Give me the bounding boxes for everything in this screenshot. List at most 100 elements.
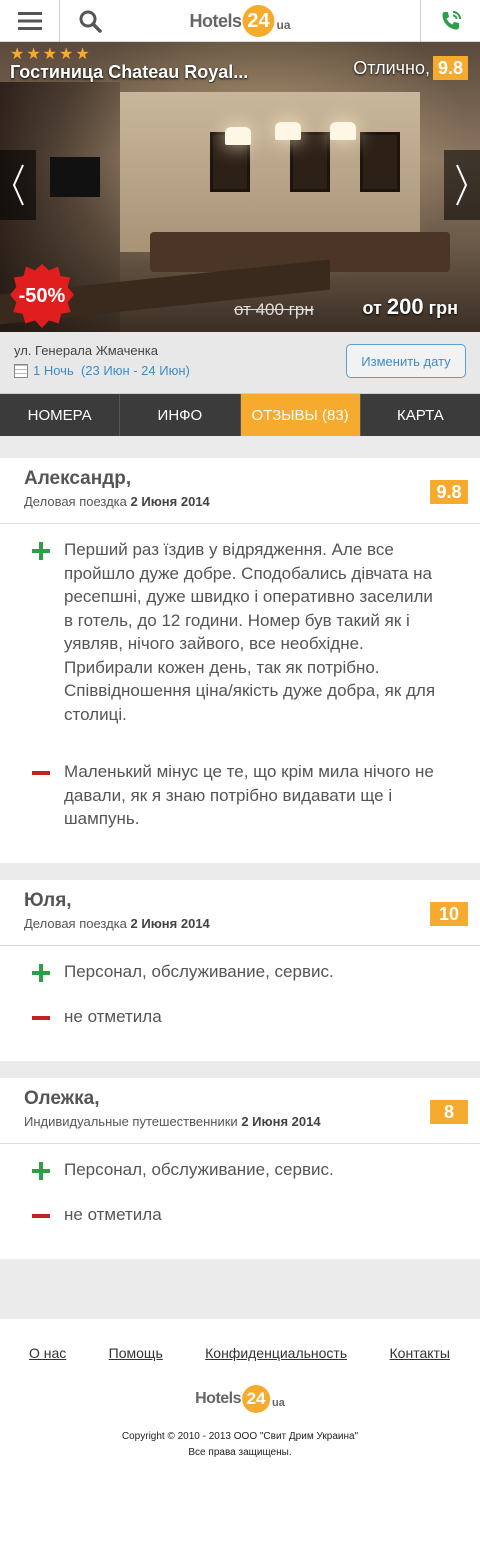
section-gap [0,1060,480,1078]
review-header: Олежка, Индивидуальные путешественники 2… [0,1078,480,1144]
tab-rooms[interactable]: НОМЕРА [0,394,121,436]
reviewer-name: Олежка, [24,1087,100,1109]
hotel-address: ул. Генерала Жмаченка [14,343,158,358]
review-cons: не отметила [0,1203,440,1227]
section-gap [0,436,480,458]
chevron-left-icon [12,164,24,206]
current-price: от 200 грн [363,294,459,320]
pros-text: Персонал, обслуживание, сервис. [64,961,334,981]
trip-type: Деловая поездка [24,494,127,509]
old-price: от 400 грн [234,300,314,319]
review-date: 2 Июня 2014 [130,494,210,509]
cons-text: не отметила [64,1205,162,1224]
stay-dates[interactable]: 1 Ночь (23 Июн - 24 Июн) [14,363,190,378]
pros-text: Перший раз їздив у відрядження. Але все … [64,540,436,724]
chevron-right-icon [456,164,468,206]
review-card: Юля, Деловая поездка 2 Июня 2014 10 Перс… [0,879,480,1061]
review-score: 8 [430,1099,468,1124]
rating-label: Отлично, [353,57,430,78]
cons-text: не отметила [64,1007,162,1026]
footer-links: О нас Помощь Конфиденциальность Контакты [0,1319,480,1361]
call-button[interactable] [420,0,480,42]
guest-rating: Отлично, 9.8 [353,56,468,80]
section-gap [0,862,480,880]
review-pros: Перший раз їздив у відрядження. Але все … [0,538,440,726]
search-icon [79,10,102,33]
tab-map[interactable]: КАРТА [361,394,480,436]
tab-info[interactable]: ИНФО [120,394,241,436]
review-body: Персонал, обслуживание, сервис. не отмет… [0,946,480,1061]
review-body: Персонал, обслуживание, сервис. не отмет… [0,1144,480,1259]
photo-lamp [225,127,251,145]
plus-icon [0,960,64,982]
review-score: 10 [430,901,468,926]
review-score: 9.8 [430,480,468,504]
review-date: 2 Июня 2014 [241,1113,321,1129]
photo-frame [290,132,330,192]
review-cons: Маленький мінус це те, що крім мила нічо… [0,760,440,831]
star-rating: ★★★★★ [10,46,92,63]
discount-value: -50% [10,264,74,328]
trip-type: Деловая поездка [24,915,127,931]
photo-tv [50,157,100,197]
copyright-text: Copyright © 2010 - 2013 ООО "Свит Дрим У… [121,1430,359,1442]
review-header: Юля, Деловая поездка 2 Июня 2014 10 [0,880,480,946]
hotel-title: Гостиница Chateau Royal... [10,62,249,82]
copyright: Copyright © 2010 - 2013 ООО "Свит Дрим У… [0,1429,480,1461]
photo-frame [360,132,400,192]
site-logo[interactable]: Hotels 24 ua [189,4,291,38]
stay-dates-text: 1 Ночь (23 Июн - 24 Июн) [33,363,190,378]
logo-number: 24 [242,5,275,37]
booking-info-bar: ул. Генерала Жмаченка 1 Ночь (23 Июн - 2… [0,332,480,394]
minus-icon [0,760,64,780]
plus-icon [0,1158,64,1180]
logo-suffix: ua [272,1396,285,1409]
gallery-prev-button[interactable] [0,150,36,220]
logo-word: Hotels [189,10,242,31]
top-header: Hotels 24 ua [0,0,480,42]
photo-lamp [330,122,356,140]
hamburger-icon [17,11,42,30]
search-button[interactable] [60,0,120,42]
footer-link-privacy[interactable]: Конфиденциальность [205,1345,347,1361]
footer-logo[interactable]: Hotels 24 ua [195,1384,285,1413]
review-pros: Персонал, обслуживание, сервис. [0,960,440,984]
review-cons: не отметила [0,1005,440,1029]
price-prefix: от [362,298,382,318]
calendar-icon [14,363,28,378]
footer-spacer [0,1258,480,1319]
review-meta: Индивидуальные путешественники 2 Июня 20… [24,1114,321,1129]
logo-suffix: ua [276,18,291,32]
review-meta: Деловая поездка 2 Июня 2014 [24,494,210,509]
photo-lamp [275,122,301,140]
reviewer-name: Юля, [24,889,72,911]
footer-link-help[interactable]: Помощь [109,1345,163,1361]
menu-button[interactable] [0,0,60,42]
cons-text: Маленький мінус це те, що крім мила нічо… [64,762,434,828]
review-body: Перший раз їздив у відрядження. Але все … [0,524,480,863]
change-date-button[interactable]: Изменить дату [346,344,466,378]
review-pros: Персонал, обслуживание, сервис. [0,1158,440,1182]
footer-link-contacts[interactable]: Контакты [390,1345,450,1361]
hotel-photo-gallery[interactable]: ★★★★★ Гостиница Chateau Royal... Отлично… [0,42,480,332]
hotel-tabs: НОМЕРА ИНФО ОТЗЫВЫ (83) КАРТА [0,394,480,436]
price-currency: грн [428,298,458,318]
trip-type: Индивидуальные путешественники [24,1113,238,1129]
pros-text: Персонал, обслуживание, сервис. [64,1159,334,1179]
minus-icon [0,1203,64,1223]
discount-badge: -50% [10,264,74,328]
phone-icon [442,10,461,29]
gallery-next-button[interactable] [444,150,480,220]
rating-badge: 9.8 [432,56,468,80]
review-card: Олежка, Индивидуальные путешественники 2… [0,1077,480,1259]
minus-icon [0,1005,64,1025]
review-date: 2 Июня 2014 [130,915,210,931]
footer-link-about[interactable]: О нас [29,1345,66,1361]
tab-reviews[interactable]: ОТЗЫВЫ (83) [240,394,361,436]
logo-word: Hotels [195,1389,242,1407]
review-meta: Деловая поездка 2 Июня 2014 [24,916,210,931]
reviewer-name: Александр, [24,468,132,489]
logo-number: 24 [242,1384,271,1413]
review-card: Александр, Деловая поездка 2 Июня 2014 9… [0,458,480,863]
price-amount: 200 [386,294,424,319]
